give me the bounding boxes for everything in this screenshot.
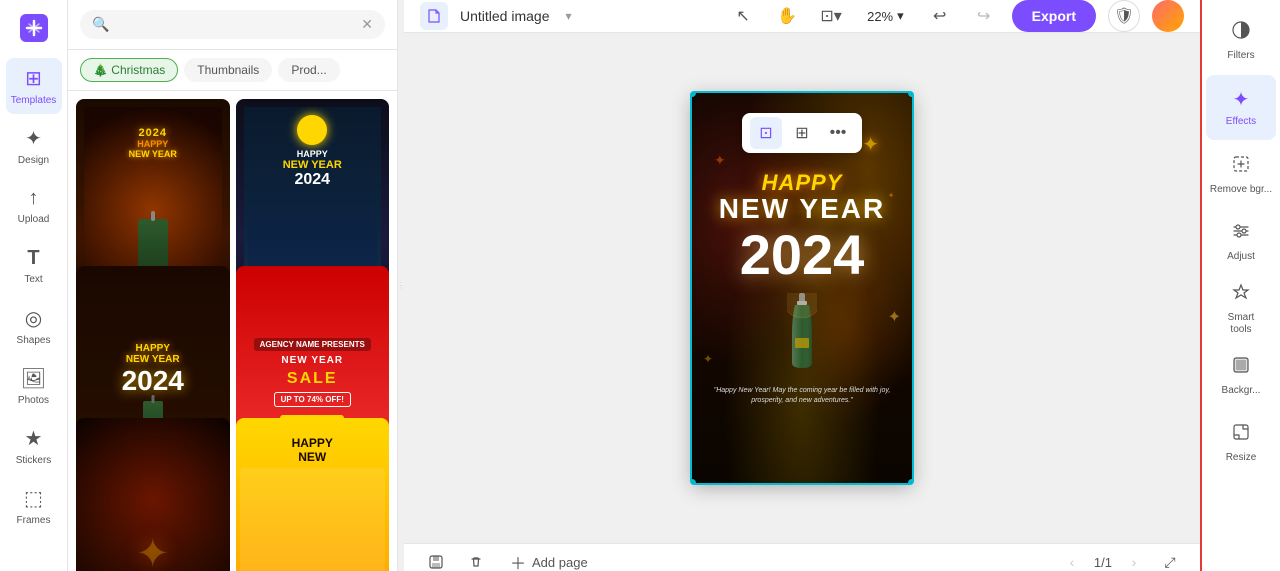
page-count: 1/1 xyxy=(1094,555,1112,570)
user-avatar[interactable] xyxy=(1152,0,1184,32)
search-input[interactable]: new year templates xyxy=(115,17,355,32)
canvas-happy-text: HAPPY xyxy=(762,171,843,195)
sidebar-item-design[interactable]: ✦ Design xyxy=(6,118,62,174)
remove-bg-icon xyxy=(1231,154,1251,180)
frame-view-button[interactable]: ⊡ xyxy=(750,117,782,149)
adjust-icon xyxy=(1231,221,1251,247)
document-icon xyxy=(420,2,448,30)
remove-background-panel-item[interactable]: Remove bgr... xyxy=(1206,142,1276,207)
effects-icon: ✦ xyxy=(1233,87,1250,112)
smart-tools-panel-item[interactable]: Smarttools xyxy=(1206,276,1276,341)
delete-button[interactable] xyxy=(460,546,492,571)
search-input-wrap: 🔍 new year templates ✕ xyxy=(80,10,385,39)
background-icon xyxy=(1231,355,1251,381)
expand-button[interactable]: ⤢ xyxy=(1156,548,1184,571)
app-logo[interactable] xyxy=(16,10,52,46)
template-card[interactable]: ✦ xyxy=(76,418,230,571)
view-options-button[interactable]: ⊡▾ xyxy=(815,0,847,32)
search-icon: 🔍 xyxy=(92,16,109,33)
remove-bg-label: Remove bgr... xyxy=(1210,184,1272,196)
design-icon: ✦ xyxy=(25,126,42,151)
sidebar-item-templates[interactable]: ⊞ Templates xyxy=(6,58,62,114)
top-toolbar: Untitled image ▾ ↖ ✋ ⊡▾ 22% ▾ ↩ ↪ Export… xyxy=(404,0,1200,33)
more-options-button[interactable]: ••• xyxy=(822,117,854,149)
smart-tools-icon xyxy=(1231,282,1251,308)
export-button[interactable]: Export xyxy=(1012,0,1096,32)
save-button[interactable] xyxy=(420,546,452,571)
canvas-year-text: 2024 xyxy=(740,227,865,283)
background-label: Backgr... xyxy=(1222,385,1261,397)
filters-label: Filters xyxy=(1227,50,1254,62)
filters-panel-item[interactable]: Filters xyxy=(1206,8,1276,73)
sidebar-item-photos[interactable]: 🖼 Photos xyxy=(6,358,62,414)
page-navigation: ‹ 1/1 › ⤢ xyxy=(1058,548,1184,571)
sidebar-item-stickers[interactable]: ★ Stickers xyxy=(6,418,62,474)
templates-panel: 🔍 new year templates ✕ 🎄 Christmas Thumb… xyxy=(68,0,398,571)
add-page-icon: ＋ xyxy=(510,550,526,571)
sidebar-item-text[interactable]: T Text xyxy=(6,238,62,294)
photos-icon: 🖼 xyxy=(21,366,46,391)
left-navigation: ⊞ Templates ✦ Design ↑ Upload T Text ◎ S… xyxy=(0,0,68,571)
right-panel: Filters ✦ Effects Remove bgr... Adjust xyxy=(1200,0,1280,571)
canvas-wrapper: Page 1 - B... ⊞ ⊡ ⊞ ••• ✦ ✦ ★ ✦ ✦ ✦ xyxy=(404,33,1200,543)
resize-icon xyxy=(1231,422,1251,448)
undo-button[interactable]: ↩ xyxy=(924,0,956,32)
add-page-button[interactable]: ＋ Add page xyxy=(500,544,598,571)
shield-button[interactable]: 🛡 xyxy=(1108,0,1140,32)
filter-tags-bar: 🎄 Christmas Thumbnails Prod... xyxy=(68,50,397,91)
effects-panel-item[interactable]: ✦ Effects xyxy=(1206,75,1276,140)
template-card[interactable]: HAPPY NEW xyxy=(236,418,390,571)
search-bar: 🔍 new year templates ✕ xyxy=(68,0,397,50)
next-page-button[interactable]: › xyxy=(1120,548,1148,571)
redo-button[interactable]: ↪ xyxy=(968,0,1000,32)
templates-icon: ⊞ xyxy=(25,66,42,91)
prev-page-button[interactable]: ‹ xyxy=(1058,548,1086,571)
canvas-caption: "Happy New Year! May the coming year be … xyxy=(692,386,912,406)
zoom-control[interactable]: 22% ▾ xyxy=(859,4,912,28)
title-dropdown-arrow[interactable]: ▾ xyxy=(566,9,572,23)
zoom-dropdown-icon: ▾ xyxy=(897,8,904,24)
zoom-value: 22% xyxy=(867,9,893,24)
selection-handle-br[interactable] xyxy=(908,479,912,483)
filter-tag-thumbnails[interactable]: Thumbnails xyxy=(184,58,272,82)
background-panel-item[interactable]: Backgr... xyxy=(1206,343,1276,408)
sidebar-item-upload[interactable]: ↑ Upload xyxy=(6,178,62,234)
upload-icon: ↑ xyxy=(29,187,39,210)
smart-tools-label: Smarttools xyxy=(1228,312,1255,336)
filter-tag-prod[interactable]: Prod... xyxy=(278,58,339,82)
sidebar-item-frames[interactable]: ⬚ Frames xyxy=(6,478,62,534)
search-clear-button[interactable]: ✕ xyxy=(361,16,373,33)
sidebar-item-shapes[interactable]: ◎ Shapes xyxy=(6,298,62,354)
canvas-floating-toolbar: ⊡ ⊞ ••• xyxy=(742,113,862,153)
grid-view-button[interactable]: ⊞ xyxy=(786,117,818,149)
main-canvas-area: Untitled image ▾ ↖ ✋ ⊡▾ 22% ▾ ↩ ↪ Export… xyxy=(404,0,1200,571)
shapes-icon: ◎ xyxy=(25,306,42,331)
stickers-icon: ★ xyxy=(25,426,43,451)
templates-grid: 2024 HAPPY NEW YEAR "Happy New Year..." … xyxy=(68,91,397,571)
adjust-label: Adjust xyxy=(1227,251,1255,263)
champagne-bottle xyxy=(787,293,817,378)
bottom-toolbar: ＋ Add page ‹ 1/1 › ⤢ xyxy=(404,543,1200,571)
resize-label: Resize xyxy=(1226,452,1257,464)
text-icon: T xyxy=(27,247,39,270)
document-title[interactable]: Untitled image xyxy=(460,8,550,24)
filters-icon xyxy=(1231,20,1251,46)
canvas-new-year-text: NEW YEAR xyxy=(719,195,885,223)
resize-panel-item[interactable]: Resize xyxy=(1206,410,1276,475)
add-page-label: Add page xyxy=(532,555,588,570)
adjust-panel-item[interactable]: Adjust xyxy=(1206,209,1276,274)
cursor-tool-button[interactable]: ↖ xyxy=(727,0,759,32)
frames-icon: ⬚ xyxy=(24,486,43,511)
filter-tag-christmas[interactable]: 🎄 Christmas xyxy=(80,58,178,82)
hand-tool-button[interactable]: ✋ xyxy=(771,0,803,32)
effects-label: Effects xyxy=(1226,116,1256,128)
